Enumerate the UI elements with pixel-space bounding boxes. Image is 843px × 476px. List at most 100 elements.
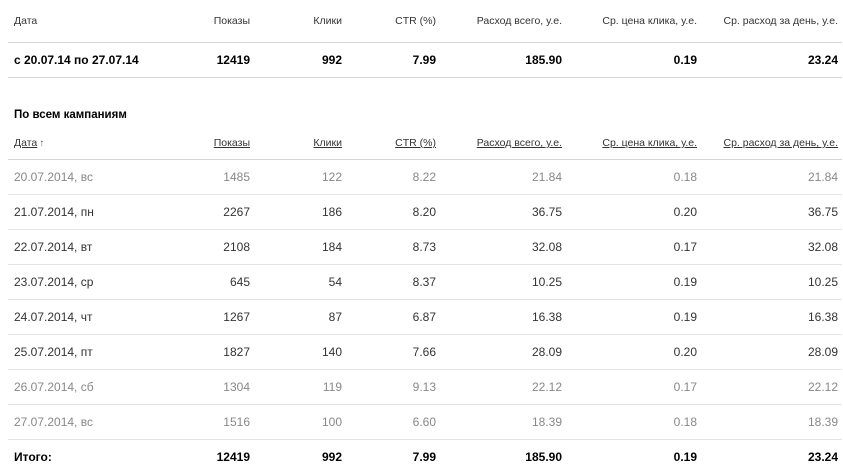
sort-date-link[interactable]: Дата xyxy=(14,137,37,149)
total-daily: 23.24 xyxy=(701,439,842,474)
cell-spend: 16.38 xyxy=(440,299,566,335)
total-label: Итого: xyxy=(8,439,190,474)
cell-spend: 32.08 xyxy=(440,229,566,265)
cell-date: 24.07.2014, чт xyxy=(8,299,190,335)
cell-shows: 1304 xyxy=(190,369,254,405)
detail-rows: 20.07.2014, вс 1485 122 8.22 21.84 0.18 21.84 2… xyxy=(8,159,842,440)
sort-ascending-icon: ↑ xyxy=(39,138,45,149)
section-title: По всем кампаниям xyxy=(14,109,127,121)
summary-daily: 23.24 xyxy=(701,42,842,78)
cell-shows: 645 xyxy=(190,264,254,300)
table-row: 22.07.2014, вт 2108 184 8.73 32.08 0.17 32.08 xyxy=(8,229,842,265)
cell-spend: 36.75 xyxy=(440,194,566,230)
cell-ctr: 6.60 xyxy=(346,404,440,440)
summary-clicks: 992 xyxy=(254,42,346,78)
sort-spend-link[interactable]: Расход всего, у.е. xyxy=(477,137,562,149)
total-ctr: 7.99 xyxy=(346,439,440,474)
cell-daily: 16.38 xyxy=(701,299,842,335)
cell-ctr: 6.87 xyxy=(346,299,440,335)
cell-cpc: 0.20 xyxy=(566,194,701,230)
cell-date: 21.07.2014, пн xyxy=(8,194,190,230)
sort-ctr-header[interactable]: CTR (%) xyxy=(346,127,440,160)
detail-header-row: Дата ↑ Показы Клики CTR (%) Расход всего,… xyxy=(8,127,842,160)
cell-clicks: 140 xyxy=(254,334,346,370)
cell-date: 25.07.2014, пт xyxy=(8,334,190,370)
summary-header-row: Дата Показы Клики CTR (%) Расход всего, … xyxy=(8,0,842,43)
cell-spend: 22.12 xyxy=(440,369,566,405)
cell-daily: 10.25 xyxy=(701,264,842,300)
summary-header-cpc: Ср. цена клика, у.е. xyxy=(566,0,701,43)
cell-shows: 1516 xyxy=(190,404,254,440)
sort-spend-header[interactable]: Расход всего, у.е. xyxy=(440,127,566,160)
cell-clicks: 186 xyxy=(254,194,346,230)
sort-clicks-header[interactable]: Клики xyxy=(254,127,346,160)
campaigns-table: Дата ↑ Показы Клики CTR (%) Расход всего,… xyxy=(8,127,842,474)
summary-header-shows: Показы xyxy=(190,0,254,43)
table-row: 24.07.2014, чт 1267 87 6.87 16.38 0.19 16.38 xyxy=(8,299,842,335)
cell-cpc: 0.19 xyxy=(566,299,701,335)
total-shows: 12419 xyxy=(190,439,254,474)
cell-ctr: 8.20 xyxy=(346,194,440,230)
table-row: 25.07.2014, пт 1827 140 7.66 28.09 0.20 28.09 xyxy=(8,334,842,370)
cell-daily: 36.75 xyxy=(701,194,842,230)
summary-shows: 12419 xyxy=(190,42,254,78)
summary-period: с 20.07.14 по 27.07.14 xyxy=(8,42,190,78)
summary-header-clicks: Клики xyxy=(254,0,346,43)
summary-header-spend: Расход всего, у.е. xyxy=(440,0,566,43)
summary-header-date: Дата xyxy=(8,0,190,43)
summary-cpc: 0.19 xyxy=(566,42,701,78)
cell-shows: 1267 xyxy=(190,299,254,335)
total-row: Итого: 12419 992 7.99 185.90 0.19 23.24 xyxy=(8,439,842,474)
cell-date: 23.07.2014, ср xyxy=(8,264,190,300)
cell-cpc: 0.17 xyxy=(566,369,701,405)
cell-date: 26.07.2014, сб xyxy=(8,369,190,405)
cell-clicks: 54 xyxy=(254,264,346,300)
summary-header-daily: Ср. расход за день, у.е. xyxy=(701,0,842,43)
cell-daily: 28.09 xyxy=(701,334,842,370)
cell-ctr: 9.13 xyxy=(346,369,440,405)
cell-clicks: 87 xyxy=(254,299,346,335)
cell-shows: 1827 xyxy=(190,334,254,370)
total-clicks: 992 xyxy=(254,439,346,474)
table-row: 20.07.2014, вс 1485 122 8.22 21.84 0.18 21.84 xyxy=(8,159,842,195)
sort-daily-link[interactable]: Ср. расход за день, у.е. xyxy=(724,137,839,149)
cell-ctr: 7.66 xyxy=(346,334,440,370)
cell-cpc: 0.17 xyxy=(566,229,701,265)
cell-shows: 2108 xyxy=(190,229,254,265)
cell-cpc: 0.18 xyxy=(566,404,701,440)
table-row: 23.07.2014, ср 645 54 8.37 10.25 0.19 10.25 xyxy=(8,264,842,300)
cell-spend: 28.09 xyxy=(440,334,566,370)
table-row: 27.07.2014, вс 1516 100 6.60 18.39 0.18 18.39 xyxy=(8,404,842,440)
summary-row: с 20.07.14 по 27.07.14 12419 992 7.99 18… xyxy=(8,42,842,78)
stats-page: Дата Показы Клики CTR (%) Расход всего, … xyxy=(0,0,843,476)
cell-shows: 1485 xyxy=(190,159,254,195)
cell-date: 22.07.2014, вт xyxy=(8,229,190,265)
sort-ctr-link[interactable]: CTR (%) xyxy=(395,137,436,149)
cell-daily: 18.39 xyxy=(701,404,842,440)
cell-date: 27.07.2014, вс xyxy=(8,404,190,440)
cell-cpc: 0.20 xyxy=(566,334,701,370)
summary-table: Дата Показы Клики CTR (%) Расход всего, … xyxy=(8,0,842,78)
cell-clicks: 184 xyxy=(254,229,346,265)
sort-clicks-link[interactable]: Клики xyxy=(313,137,342,149)
cell-ctr: 8.37 xyxy=(346,264,440,300)
cell-clicks: 100 xyxy=(254,404,346,440)
summary-header-ctr: CTR (%) xyxy=(346,0,440,43)
sort-shows-header[interactable]: Показы xyxy=(190,127,254,160)
cell-daily: 32.08 xyxy=(701,229,842,265)
summary-spend: 185.90 xyxy=(440,42,566,78)
sort-cpc-link[interactable]: Ср. цена клика, у.е. xyxy=(602,137,697,149)
cell-cpc: 0.18 xyxy=(566,159,701,195)
table-row: 26.07.2014, сб 1304 119 9.13 22.12 0.17 22.12 xyxy=(8,369,842,405)
sort-date-header[interactable]: Дата ↑ xyxy=(8,127,190,160)
cell-date: 20.07.2014, вс xyxy=(8,159,190,195)
cell-daily: 21.84 xyxy=(701,159,842,195)
sort-shows-link[interactable]: Показы xyxy=(214,137,250,149)
total-spend: 185.90 xyxy=(440,439,566,474)
total-cpc: 0.19 xyxy=(566,439,701,474)
sort-cpc-header[interactable]: Ср. цена клика, у.е. xyxy=(566,127,701,160)
cell-spend: 10.25 xyxy=(440,264,566,300)
cell-cpc: 0.19 xyxy=(566,264,701,300)
sort-daily-header[interactable]: Ср. расход за день, у.е. xyxy=(701,127,842,160)
table-row: 21.07.2014, пн 2267 186 8.20 36.75 0.20 36.75 xyxy=(8,194,842,230)
